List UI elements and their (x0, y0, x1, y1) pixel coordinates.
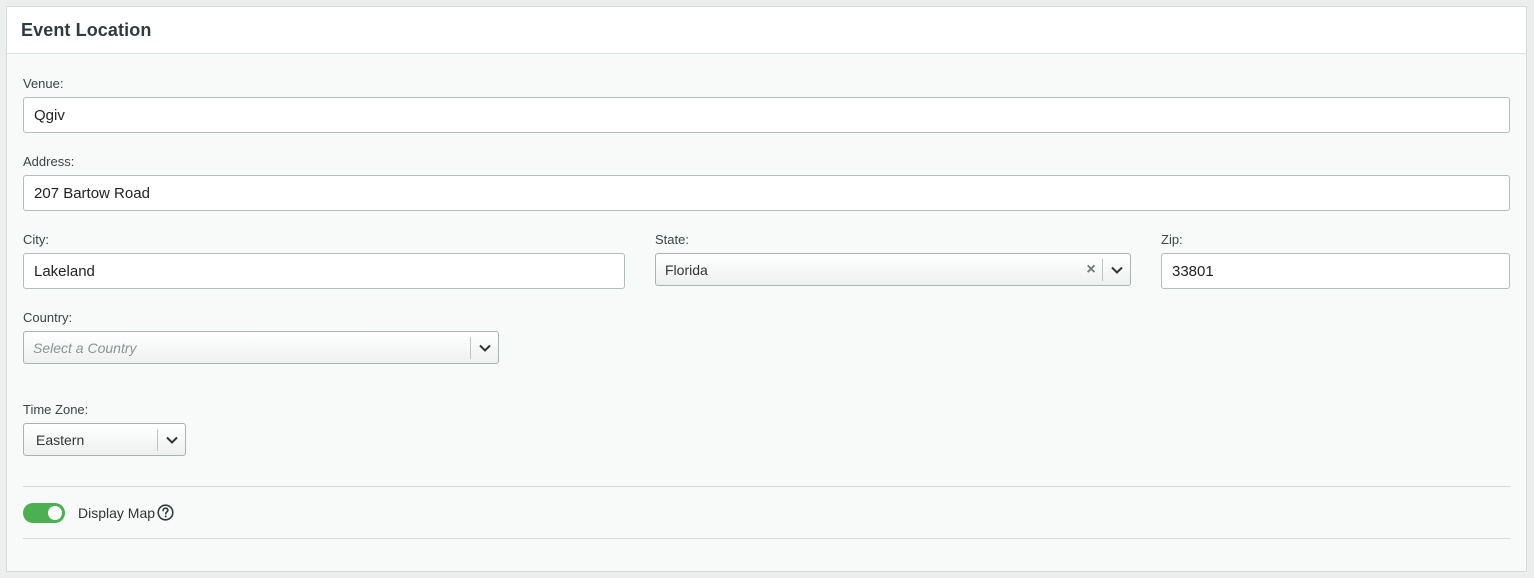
panel-title: Event Location (21, 19, 152, 40)
state-label: State: (655, 232, 689, 247)
venue-label: Venue: (23, 76, 64, 91)
zip-label: Zip: (1161, 232, 1183, 247)
chevron-down-icon[interactable] (1103, 254, 1130, 285)
city-label: City: (23, 232, 49, 247)
address-input[interactable] (23, 175, 1510, 211)
chevron-down-icon[interactable] (471, 332, 498, 363)
section-divider (23, 538, 1510, 539)
state-select[interactable]: Florida × (655, 253, 1131, 286)
question-circle-icon[interactable] (157, 504, 174, 521)
timezone-selected-value: Eastern (36, 431, 85, 448)
close-icon[interactable]: × (1080, 261, 1102, 279)
venue-input[interactable] (23, 97, 1510, 133)
display-map-label: Display Map (78, 505, 156, 521)
zip-input[interactable] (1161, 253, 1510, 289)
chevron-down-icon[interactable] (158, 424, 185, 455)
timezone-select[interactable]: Eastern (23, 423, 186, 456)
state-selected-value: Florida (665, 261, 708, 278)
address-label: Address: (23, 154, 75, 169)
country-select[interactable]: Select a Country (23, 331, 499, 364)
panel-header: Event Location (7, 7, 1526, 54)
display-map-toggle[interactable] (23, 503, 65, 523)
timezone-label: Time Zone: (23, 402, 89, 417)
event-location-panel: Event Location Venue: Address: City: Sta… (6, 6, 1527, 572)
city-input[interactable] (23, 253, 625, 289)
section-divider (23, 486, 1510, 487)
toggle-knob (48, 506, 62, 520)
country-label: Country: (23, 310, 73, 325)
country-placeholder: Select a Country (33, 339, 137, 356)
